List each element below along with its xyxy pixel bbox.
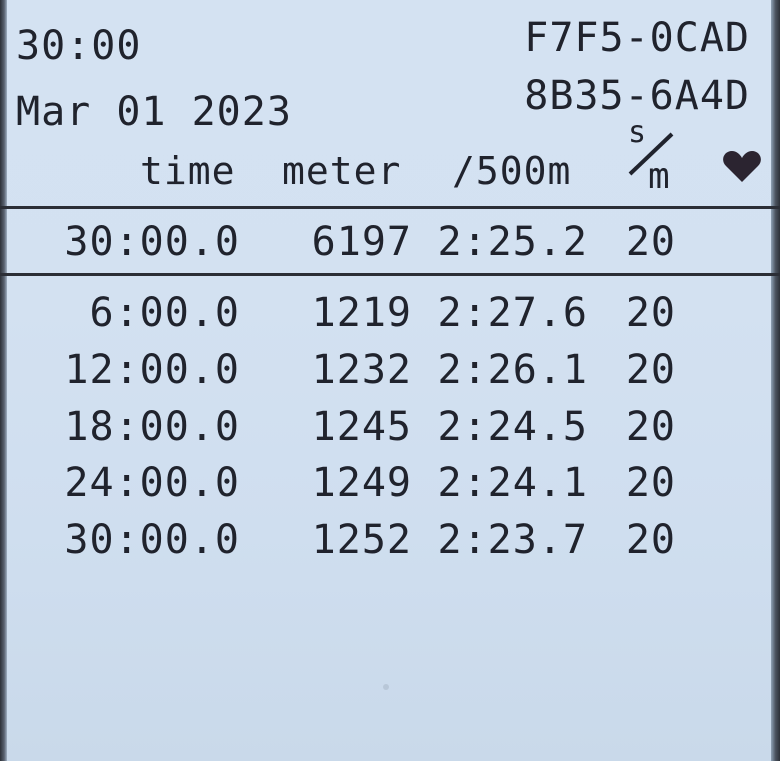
split-time: 30:00.0 <box>64 517 240 563</box>
screen-bezel-left <box>0 0 7 761</box>
split-spm: 20 <box>625 290 676 336</box>
elapsed-time: 30:00 <box>16 23 142 69</box>
workout-date: Mar 01 2023 <box>16 89 292 135</box>
summary-meter: 6197 <box>311 219 412 265</box>
split-time: 6:00.0 <box>89 290 240 336</box>
split-pace: 2:24.1 <box>437 460 588 506</box>
split-meter: 1245 <box>311 404 412 450</box>
serial-number-line-2: 8B35-6A4D <box>524 73 750 119</box>
split-pace: 2:27.6 <box>437 290 588 336</box>
serial-number-line-1: F7F5-0CAD <box>524 15 750 61</box>
split-time: 24:00.0 <box>64 460 240 506</box>
screen-bezel-right <box>771 0 780 761</box>
monitor-screen: 30:00 Mar 01 2023 F7F5-0CAD 8B35-6A4D ti… <box>0 0 780 761</box>
split-time: 12:00.0 <box>64 347 240 393</box>
summary-pace: 2:25.2 <box>437 219 588 265</box>
split-spm: 20 <box>625 347 676 393</box>
column-header-time: time <box>140 149 236 193</box>
column-header-pace: /500m <box>452 149 572 193</box>
split-pace: 2:26.1 <box>437 347 588 393</box>
split-meter: 1232 <box>311 347 412 393</box>
split-spm: 20 <box>625 404 676 450</box>
split-time: 18:00.0 <box>64 404 240 450</box>
split-pace: 2:24.5 <box>437 404 588 450</box>
split-pace: 2:23.7 <box>437 517 588 563</box>
summary-spm: 20 <box>625 219 676 265</box>
split-spm: 20 <box>625 460 676 506</box>
stroke-rate-denominator: m <box>648 156 670 192</box>
column-header-stroke-rate: s m <box>628 118 674 192</box>
screen-speck <box>383 684 389 690</box>
stroke-rate-numerator: s <box>628 118 646 150</box>
split-spm: 20 <box>625 517 676 563</box>
heart-icon <box>723 151 761 182</box>
summary-time: 30:00.0 <box>64 219 240 265</box>
split-meter: 1252 <box>311 517 412 563</box>
header-divider <box>0 206 780 209</box>
column-header-meter: meter <box>282 149 402 193</box>
split-meter: 1219 <box>311 290 412 336</box>
summary-divider <box>0 273 780 276</box>
split-meter: 1249 <box>311 460 412 506</box>
